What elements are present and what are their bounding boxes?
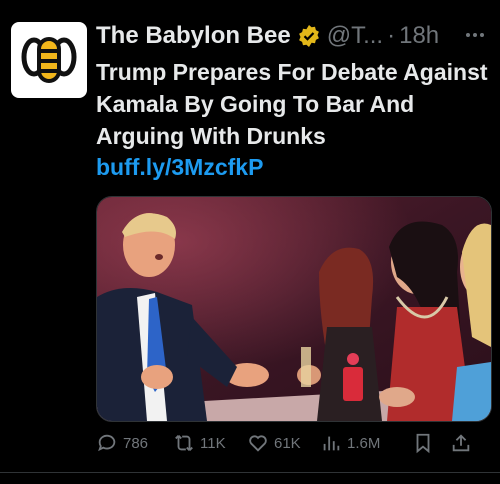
media-photo [97, 197, 491, 421]
like-icon [249, 435, 267, 452]
verified-badge-icon [298, 25, 319, 47]
like-count: 61K [274, 434, 301, 452]
author-name[interactable]: The Babylon Bee [96, 22, 291, 50]
more-icon[interactable] [462, 22, 488, 48]
avatar[interactable] [11, 22, 87, 98]
tweet-link[interactable]: buff.ly/3MzcfkP [96, 154, 263, 181]
retweet-action[interactable]: 11K [173, 432, 247, 454]
reply-count: 786 [123, 434, 149, 452]
views-count: 1.6M [347, 434, 381, 452]
reply-action[interactable]: 786 [96, 432, 173, 454]
babylon-bee-logo-icon [21, 37, 77, 83]
tweet-media[interactable] [96, 196, 492, 422]
bookmark-icon [416, 433, 430, 454]
author-handle[interactable]: @T... [327, 22, 383, 50]
separator-dot: · [387, 22, 396, 49]
share-action[interactable] [450, 432, 472, 454]
tweet-time[interactable]: 18h [399, 22, 439, 50]
bookmark-action[interactable] [412, 432, 450, 454]
like-action[interactable]: 61K [247, 432, 320, 454]
retweet-count: 11K [200, 434, 226, 452]
tweet-actions: 786 11K 61K 1.6M [96, 430, 490, 456]
share-icon [452, 434, 470, 452]
tweet-text: Trump Prepares For Debate Against Kamala… [96, 59, 488, 149]
retweet-icon [175, 435, 193, 451]
views-action[interactable]: 1.6M [320, 432, 412, 454]
tweet-header: The Babylon Bee @T... · 18h [96, 18, 488, 54]
reply-icon [98, 434, 116, 452]
views-icon [323, 436, 340, 451]
divider [0, 472, 500, 473]
